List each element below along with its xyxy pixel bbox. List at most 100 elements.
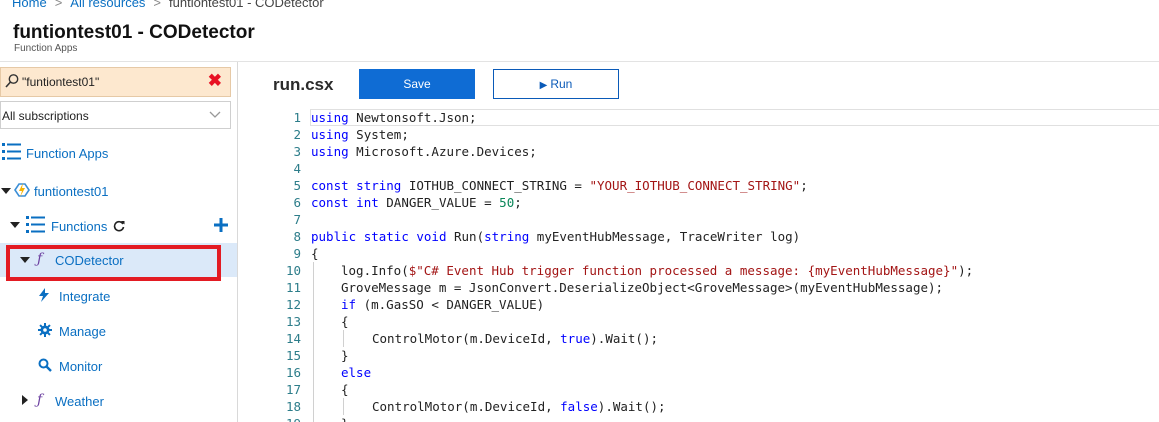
code-text: public static void Run(string myEventHub… [311, 229, 801, 244]
nav-function-apps-label: Function Apps [26, 146, 109, 161]
nav-functions[interactable]: Functions [10, 215, 232, 235]
line-number: 16 [285, 365, 301, 380]
indent-guide [343, 330, 344, 347]
code-text: using System; [311, 127, 409, 142]
indent-guide [313, 262, 314, 422]
list-icon [26, 216, 45, 233]
code-line: 5 const string IOTHUB_CONNECT_STRING = "Y… [270, 177, 1159, 194]
code-line: 19} [270, 415, 1159, 422]
code-text: log.Info($"C# Event Hub trigger function… [341, 263, 974, 278]
code-text: ControlMotor(m.DeviceId, false).Wait(); [372, 399, 666, 414]
breadcrumb-current: funtiontest01 - CODetector [169, 0, 324, 9]
line-number: 4 [293, 161, 301, 176]
add-icon[interactable] [214, 218, 228, 232]
nav-functions-label: Functions [51, 219, 108, 234]
save-button[interactable]: Save [359, 69, 475, 99]
search-icon [5, 74, 19, 88]
search-input[interactable]: "funtiontest01" ✖ [0, 67, 231, 97]
code-text: } [341, 348, 349, 363]
list-icon [2, 143, 21, 160]
search-value: "funtiontest01" [22, 75, 100, 89]
code-line: 18 ControlMotor(m.DeviceId, false).Wait()… [270, 398, 1159, 415]
code-text: } [341, 415, 349, 422]
code-text: { [311, 246, 319, 261]
code-text: GroveMessage m = JsonConvert.Deserialize… [341, 280, 944, 295]
code-line: 14 ControlMotor(m.DeviceId, true).Wait(); [270, 330, 1159, 347]
code-text: if (m.GasSO < DANGER_VALUE) [341, 297, 545, 312]
run-button-label: Run [550, 77, 573, 91]
play-icon: ▶ [539, 80, 548, 91]
line-number: 15 [285, 348, 301, 363]
nav-integrate-label: Integrate [59, 289, 111, 304]
line-number: 1 [293, 110, 301, 125]
clear-search-icon[interactable]: ✖ [208, 71, 222, 91]
code-line: 3 using Microsoft.Azure.Devices; [270, 143, 1159, 160]
code-text: ControlMotor(m.DeviceId, true).Wait(); [372, 331, 658, 346]
monitor-search-icon [38, 358, 52, 372]
line-number: 19 [270, 415, 301, 422]
line-number: 12 [285, 297, 301, 312]
line-number: 9 [293, 246, 301, 261]
breadcrumb-home[interactable]: Home [12, 0, 47, 9]
breadcrumb: Home > All resources > funtiontest01 - CODet… [12, 0, 324, 9]
line-number: 11 [285, 280, 301, 295]
code-text: const string IOTHUB_CONNECT_STRING = "YO… [311, 178, 808, 193]
line-number: 8 [293, 229, 301, 244]
line-number: 17 [285, 382, 301, 397]
file-name: run.csx [273, 75, 334, 94]
nav-app-label: funtiontest01 [34, 184, 109, 199]
nav-manage-label: Manage [59, 324, 106, 339]
code-line: 13 { [270, 313, 1159, 330]
code-line: 2 using System; [270, 126, 1159, 143]
code-text: { [341, 382, 349, 397]
line-number: 13 [285, 314, 301, 329]
code-line: 8 public static void Run(string myEventHu… [270, 228, 1159, 245]
code-text: using Newtonsoft.Json; [311, 110, 477, 125]
sidebar: "funtiontest01" ✖ All subscriptions Func… [0, 62, 238, 422]
indent-guide [343, 398, 344, 415]
breadcrumb-separator: > [54, 0, 63, 9]
code-line: 7 [270, 211, 1159, 228]
code-line: 4 [270, 160, 1159, 177]
code-line: 1 using Newtonsoft.Json; [270, 109, 1159, 126]
line-number: 18 [285, 399, 301, 414]
code-text: else [341, 365, 372, 380]
lightning-icon [39, 288, 49, 302]
nav-weather-label: Weather [55, 394, 104, 409]
chevron-down-icon [209, 111, 221, 118]
expand-down-icon[interactable] [1, 186, 11, 196]
code-line: 6 const int DANGER_VALUE = 50; [270, 194, 1159, 211]
code-line: 10 log.Info($"C# Event Hub trigger functi… [270, 262, 1159, 279]
code-line: 15} [270, 347, 1159, 364]
page-subtitle: Function Apps [14, 43, 78, 54]
function-app-icon [14, 183, 30, 197]
code-text: { [341, 314, 349, 329]
line-number: 14 [285, 331, 301, 346]
code-editor[interactable]: 1 using Newtonsoft.Json; 2 using System; 3 us… [270, 109, 1159, 422]
line-number: 6 [293, 195, 301, 210]
gear-icon [38, 323, 52, 337]
run-button[interactable]: ▶ Run [493, 69, 619, 99]
breadcrumb-all-resources[interactable]: All resources [70, 0, 145, 9]
code-text: using Microsoft.Azure.Devices; [311, 144, 537, 159]
expand-down-icon[interactable] [10, 220, 20, 230]
code-line: 9{ [270, 245, 1159, 262]
function-icon: ƒ [37, 392, 43, 408]
breadcrumb-separator: > [153, 0, 162, 9]
line-number: 10 [285, 263, 301, 278]
code-line: 16 else [270, 364, 1159, 381]
page-title: funtiontest01 - CODetector [13, 22, 255, 43]
code-text: const int DANGER_VALUE = 50; [311, 195, 522, 210]
code-line: 11 GroveMessage m = JsonConvert.Deseriali… [270, 279, 1159, 296]
subscription-select[interactable]: All subscriptions [0, 101, 231, 129]
subscription-value: All subscriptions [2, 109, 89, 123]
refresh-icon[interactable] [113, 220, 125, 232]
line-number: 5 [293, 178, 301, 193]
line-number: 3 [293, 144, 301, 159]
nav-monitor-label: Monitor [59, 359, 103, 374]
highlight-annotation [6, 245, 221, 281]
line-number: 2 [293, 127, 301, 142]
expand-right-icon[interactable] [20, 395, 30, 405]
line-number: 7 [293, 212, 301, 227]
code-line: 12 if (m.GasSO < DANGER_VALUE) [270, 296, 1159, 313]
